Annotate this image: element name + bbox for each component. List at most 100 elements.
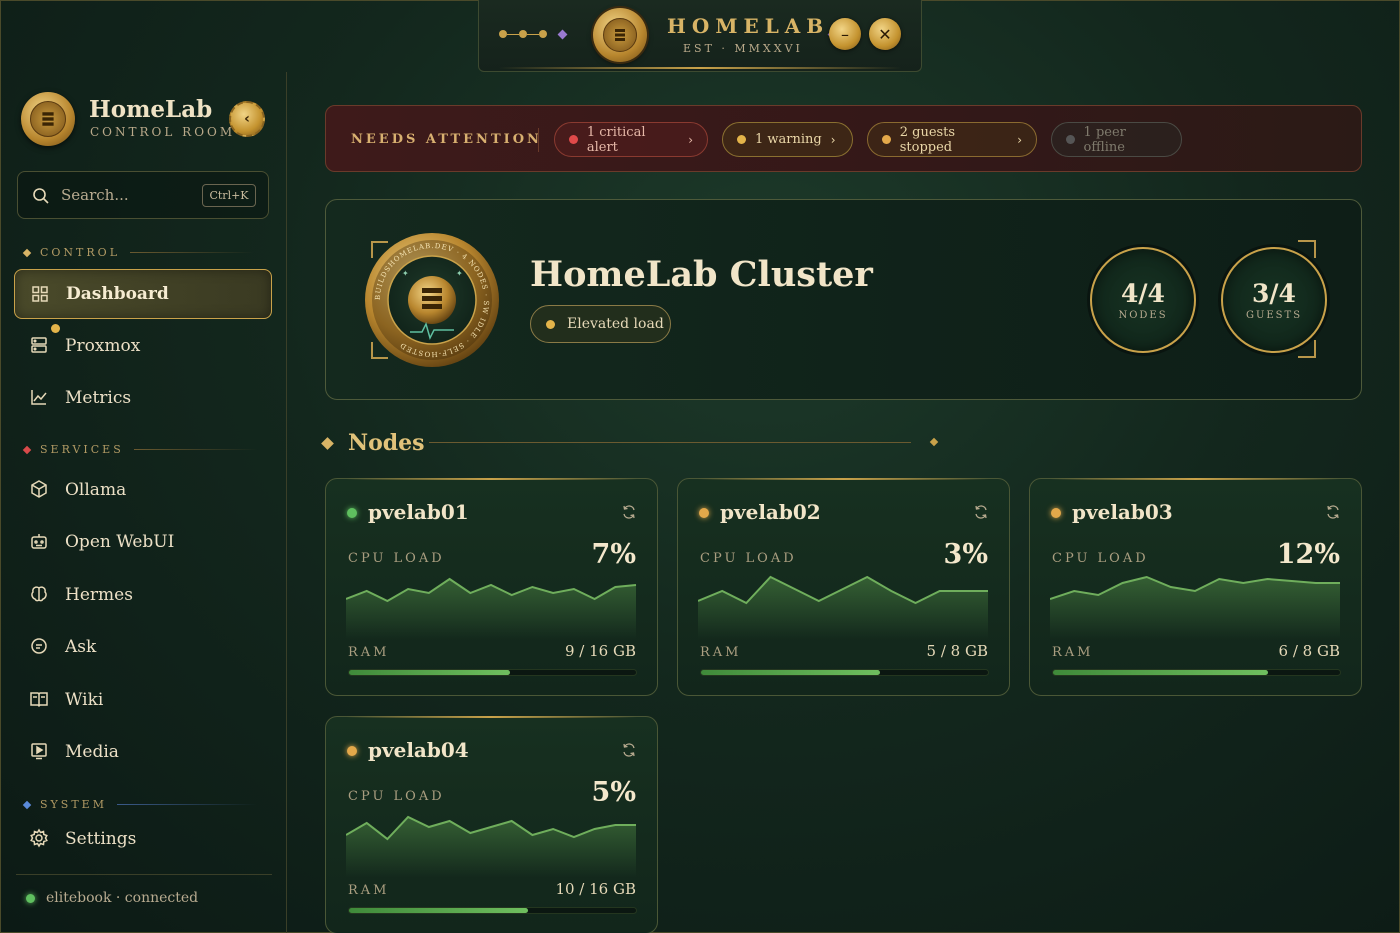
minimize-button[interactable]: – [829,18,861,50]
node-card[interactable]: pvelab01 CPU LOAD 7% RAM 9 / 16 GB [325,478,658,696]
svg-text:✦: ✦ [402,269,409,278]
node-card[interactable]: pvelab02 CPU LOAD 3% RAM 5 / 8 GB [677,478,1010,696]
server-icon [29,335,51,357]
book-icon [29,689,51,711]
diamond-icon [22,800,32,809]
status-dot [1066,135,1075,144]
sidebar-item-settings[interactable]: Settings [14,814,272,864]
search-box[interactable]: Search... Ctrl+K [17,171,269,219]
chevron-right-icon: › [688,132,693,147]
app-subtitle: EST · MMXXVI [683,42,803,55]
cpu-load-value: 3% [943,539,988,570]
cube-icon [29,479,51,501]
sidebar-item-dashboard[interactable]: Dashboard [14,269,272,319]
brand-logo-icon [21,92,75,146]
brain-icon [29,584,51,606]
cluster-title: HomeLab Cluster [530,254,873,295]
node-name: pvelab01 [368,500,469,524]
ram-progress-bar [348,907,637,914]
status-dot [569,135,578,144]
ram-progress-fill [701,670,881,675]
sidebar-item-label: Proxmox [65,336,141,356]
refresh-icon[interactable] [621,742,637,762]
cpu-sparkline [346,815,636,877]
sidebar: HomeLab CONTROL ROOM ‹ Search... Ctrl+K … [0,72,287,933]
ram-progress-fill [1053,670,1269,675]
refresh-icon[interactable] [1325,504,1341,524]
diamond-icon [321,436,334,450]
search-input[interactable]: Search... [61,186,129,204]
nodes-section-header: Nodes [321,430,425,456]
sidebar-item-ask[interactable]: Ask [14,622,272,672]
nodes-stat: 4/4 NODES [1090,247,1196,353]
node-name: pvelab02 [720,500,821,524]
brand-name: HomeLab [89,96,213,123]
search-icon [32,187,50,209]
status-dot [26,893,35,903]
sidebar-item-metrics[interactable]: Metrics [14,373,272,423]
cluster-summary-card: BUILDSHOMELAB.DEV · 4 NODES · SW IDLE · … [325,199,1362,400]
sidebar-item-proxmox[interactable]: Proxmox [14,321,272,371]
refresh-icon[interactable] [973,504,989,524]
ram-value: 10 / 16 GB [555,880,636,898]
sidebar-item-wiki[interactable]: Wiki [14,675,272,725]
play-icon [29,741,51,763]
sidebar-item-ollama[interactable]: Ollama [14,465,272,515]
status-dot [347,508,357,518]
ram-label: RAM [700,645,742,660]
warning-chip[interactable]: 1 warning › [722,122,853,157]
node-card[interactable]: pvelab03 CPU LOAD 12% RAM 6 / 8 GB [1029,478,1362,696]
node-card[interactable]: pvelab04 CPU LOAD 5% RAM 10 / 16 GB [325,716,658,933]
sidebar-item-label: Settings [65,829,137,849]
ram-label: RAM [1052,645,1094,660]
status-dot [699,508,709,518]
diamond-icon [22,445,32,454]
connection-status: elitebook · connected [26,890,198,906]
section-system: SYSTEM [22,798,257,811]
status-dot [737,135,746,144]
brand-subtitle: CONTROL ROOM [90,125,236,139]
chart-icon [29,387,51,409]
peer-offline-chip[interactable]: 1 peer offline [1051,122,1182,157]
guests-stopped-chip[interactable]: 2 guests stopped › [867,122,1037,157]
section-services: SERVICES [22,443,258,456]
cpu-load-label: CPU LOAD [348,551,445,566]
close-button[interactable]: ✕ [869,18,901,50]
cpu-load-label: CPU LOAD [348,789,445,804]
app-title: HOMELAB [667,14,830,38]
status-dot [347,746,357,756]
sidebar-item-media[interactable]: Media [14,727,272,777]
grid-icon [30,284,52,306]
cpu-sparkline [698,575,988,639]
cpu-load-value: 5% [591,777,636,808]
status-dot [546,319,555,329]
guests-stat: 3/4 GUESTS [1221,247,1327,353]
collapse-sidebar-button[interactable]: ‹ [229,101,265,137]
homelab-medal-icon [593,8,647,62]
sidebar-item-label: Hermes [65,585,133,605]
gear-icon [29,828,51,850]
sidebar-item-label: Ollama [65,480,127,500]
cpu-load-label: CPU LOAD [1052,551,1149,566]
node-name: pvelab04 [368,738,469,762]
ram-label: RAM [348,645,390,660]
search-shortcut: Ctrl+K [202,184,256,207]
title-bar: HOMELAB EST · MMXXVI – ✕ [478,0,922,72]
chevron-right-icon: › [1017,132,1022,147]
attention-label: NEEDS ATTENTION [351,132,542,147]
status-dot [882,135,891,144]
sidebar-item-open-webui[interactable]: Open WebUI [14,517,272,567]
sidebar-item-label: Dashboard [66,284,169,304]
critical-alert-chip[interactable]: 1 critical alert › [554,122,708,157]
ram-value: 9 / 16 GB [565,642,636,660]
ram-progress-fill [349,908,529,913]
sidebar-item-label: Open WebUI [65,532,175,552]
load-status-badge: Elevated load [530,305,671,343]
sidebar-item-label: Metrics [65,388,132,408]
needs-attention-bar: NEEDS ATTENTION 1 critical alert › 1 war… [325,105,1362,172]
ram-label: RAM [348,883,390,898]
sidebar-item-hermes[interactable]: Hermes [14,570,272,620]
decorative-dots [499,29,568,39]
refresh-icon[interactable] [621,504,637,524]
sidebar-item-label: Ask [65,637,97,657]
